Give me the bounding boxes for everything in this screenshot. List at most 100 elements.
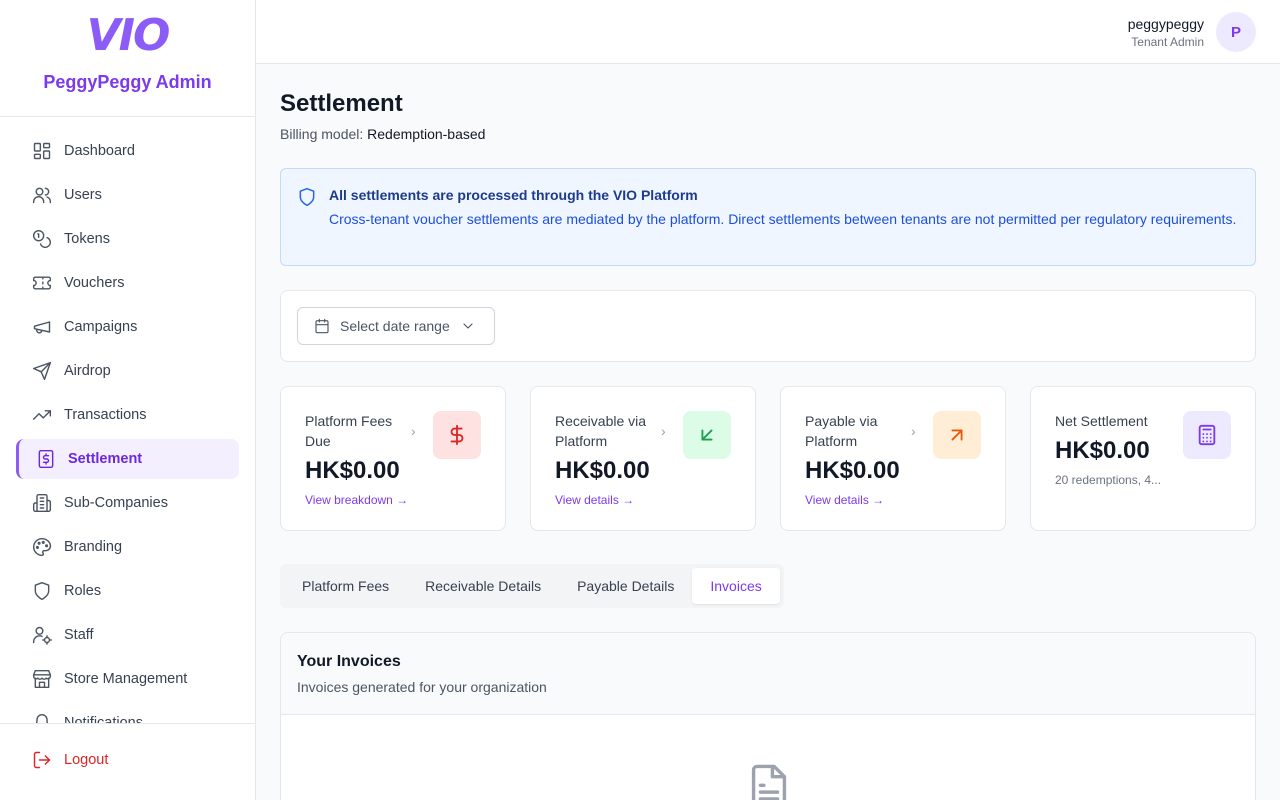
sidebar-item-label: Transactions <box>64 407 147 423</box>
chevron-right-icon: › <box>661 423 666 439</box>
sidebar-item-airdrop[interactable]: Airdrop <box>16 351 239 391</box>
sidebar-item-tokens[interactable]: Tokens <box>16 219 239 259</box>
filter-card: Select date range <box>280 290 1256 362</box>
arrow-down-left-icon <box>701 429 713 441</box>
sidebar-item-label: Staff <box>64 627 94 643</box>
arrow-up-right-icon <box>951 429 963 441</box>
palette-icon <box>32 537 52 557</box>
file-text-icon <box>751 764 787 800</box>
settlement-tabs: Platform Fees Receivable Details Payable… <box>280 564 784 608</box>
date-range-placeholder: Select date range <box>340 318 450 334</box>
store-icon <box>32 669 52 689</box>
stat-label: Payable via Platform <box>805 413 878 449</box>
stat-value: HK$0.00 <box>305 457 400 484</box>
sidebar-item-dashboard[interactable]: Dashboard <box>16 131 239 171</box>
sidebar-item-branding[interactable]: Branding <box>16 527 239 567</box>
stat-subtext: 20 redemptions, 4... <box>1055 473 1162 487</box>
dollar-icon <box>450 424 464 446</box>
sidebar-item-vouchers[interactable]: Vouchers <box>16 263 239 303</box>
chevron-right-icon: › <box>911 423 916 439</box>
stat-icon-box <box>683 411 731 459</box>
sidebar-item-transactions[interactable]: Transactions <box>16 395 239 435</box>
stat-card-receivable[interactable]: Receivable via Platform › HK$0.00 View d… <box>530 386 756 531</box>
sidebar-item-label: Vouchers <box>64 275 125 291</box>
coins-icon <box>32 229 51 248</box>
invoices-card: Your Invoices Invoices generated for you… <box>280 632 1256 800</box>
sidebar-item-label: Airdrop <box>64 363 111 379</box>
shield-icon <box>34 581 50 601</box>
stats-row: Platform Fees Due › HK$0.00 View breakdo… <box>280 386 1256 531</box>
invoices-header: Your Invoices Invoices generated for you… <box>281 633 1255 715</box>
stat-card-payable[interactable]: Payable via Platform › HK$0.00 View deta… <box>780 386 1006 531</box>
avatar[interactable]: P <box>1216 12 1256 52</box>
platform-notice: All settlements are processed through th… <box>280 168 1256 266</box>
sidebar-nav: Dashboard Users Tokens Vouchers Campaign… <box>0 117 255 723</box>
stat-card-net-settlement: Net Settlement HK$0.00 20 redemptions, 4… <box>1030 386 1256 531</box>
vio-logo[interactable]: VIO <box>87 14 171 58</box>
sidebar-item-label: Users <box>64 187 102 203</box>
sidebar-item-settlement[interactable]: Settlement <box>16 439 239 479</box>
sidebar-item-staff[interactable]: Staff <box>16 615 239 655</box>
user-info: peggypeggy Tenant Admin <box>1128 16 1204 49</box>
user-role: Tenant Admin <box>1131 34 1204 49</box>
sidebar-item-label: Sub-Companies <box>64 495 168 511</box>
user-cog-icon <box>32 626 52 645</box>
brand-area: VIO PeggyPeggy Admin <box>0 0 255 117</box>
date-range-picker[interactable]: Select date range <box>297 307 495 345</box>
chevron-right-icon: › <box>411 423 416 439</box>
view-breakdown-link[interactable]: View breakdown → <box>305 493 481 507</box>
receipt-icon <box>38 449 54 469</box>
billing-model: Billing model: Redemption-based <box>280 126 485 142</box>
sidebar-footer: Logout <box>0 723 255 800</box>
stat-label: Receivable via Platform <box>555 413 647 449</box>
stat-icon-box <box>1183 411 1231 459</box>
user-name: peggypeggy <box>1127 15 1204 32</box>
sidebar-item-roles[interactable]: Roles <box>16 571 239 611</box>
invoices-title: Your Invoices <box>297 653 401 670</box>
sidebar-item-notifications[interactable]: Notifications <box>16 703 239 723</box>
tab-invoices[interactable]: Invoices <box>692 568 780 604</box>
sidebar-item-label: Dashboard <box>64 143 135 159</box>
notice-title: All settlements are processed through th… <box>329 187 698 203</box>
stat-value: HK$0.00 <box>555 457 650 484</box>
brand-name: PeggyPeggy Admin <box>43 72 212 92</box>
stat-label: Platform Fees Due <box>305 413 393 449</box>
megaphone-icon <box>33 321 51 334</box>
logout-button[interactable]: Logout <box>16 740 239 780</box>
sidebar-item-label: Campaigns <box>64 319 138 335</box>
sidebar-item-sub-companies[interactable]: Sub-Companies <box>16 483 239 523</box>
sidebar-item-campaigns[interactable]: Campaigns <box>16 307 239 347</box>
sidebar-item-label: Roles <box>64 583 102 599</box>
bell-icon <box>35 714 49 723</box>
view-details-link[interactable]: View details → <box>805 493 981 507</box>
stat-icon-box <box>433 411 481 459</box>
ticket-icon <box>32 276 52 290</box>
notice-text: Cross-tenant voucher settlements are med… <box>329 211 1237 227</box>
shield-icon <box>299 187 315 207</box>
users-icon <box>32 187 52 204</box>
calendar-icon <box>315 318 329 334</box>
stat-card-platform-fees[interactable]: Platform Fees Due › HK$0.00 View breakdo… <box>280 386 506 531</box>
user-menu[interactable]: peggypeggy Tenant Admin P <box>1128 12 1256 52</box>
tab-platform-fees[interactable]: Platform Fees <box>284 568 407 604</box>
send-icon <box>32 361 52 381</box>
view-details-link[interactable]: View details → <box>555 493 731 507</box>
invoices-subtitle: Invoices generated for your organization <box>297 679 547 695</box>
chevron-down-icon <box>463 323 473 329</box>
sidebar: VIO PeggyPeggy Admin Dashboard Users Tok… <box>0 0 256 800</box>
logout-label: Logout <box>64 752 109 768</box>
dashboard-icon <box>33 142 51 160</box>
calculator-icon <box>1198 424 1216 446</box>
sidebar-item-store-management[interactable]: Store Management <box>16 659 239 699</box>
sidebar-item-label: Notifications <box>64 715 143 723</box>
sidebar-item-users[interactable]: Users <box>16 175 239 215</box>
billing-value: Redemption-based <box>367 126 486 142</box>
tab-receivable-details[interactable]: Receivable Details <box>407 568 559 604</box>
billing-label: Billing model: <box>280 126 364 142</box>
tab-payable-details[interactable]: Payable Details <box>559 568 692 604</box>
trending-up-icon <box>32 410 52 420</box>
empty-state <box>748 763 790 800</box>
page-title: Settlement <box>280 90 403 117</box>
logout-icon <box>33 751 51 769</box>
stat-value: HK$0.00 <box>805 457 900 484</box>
